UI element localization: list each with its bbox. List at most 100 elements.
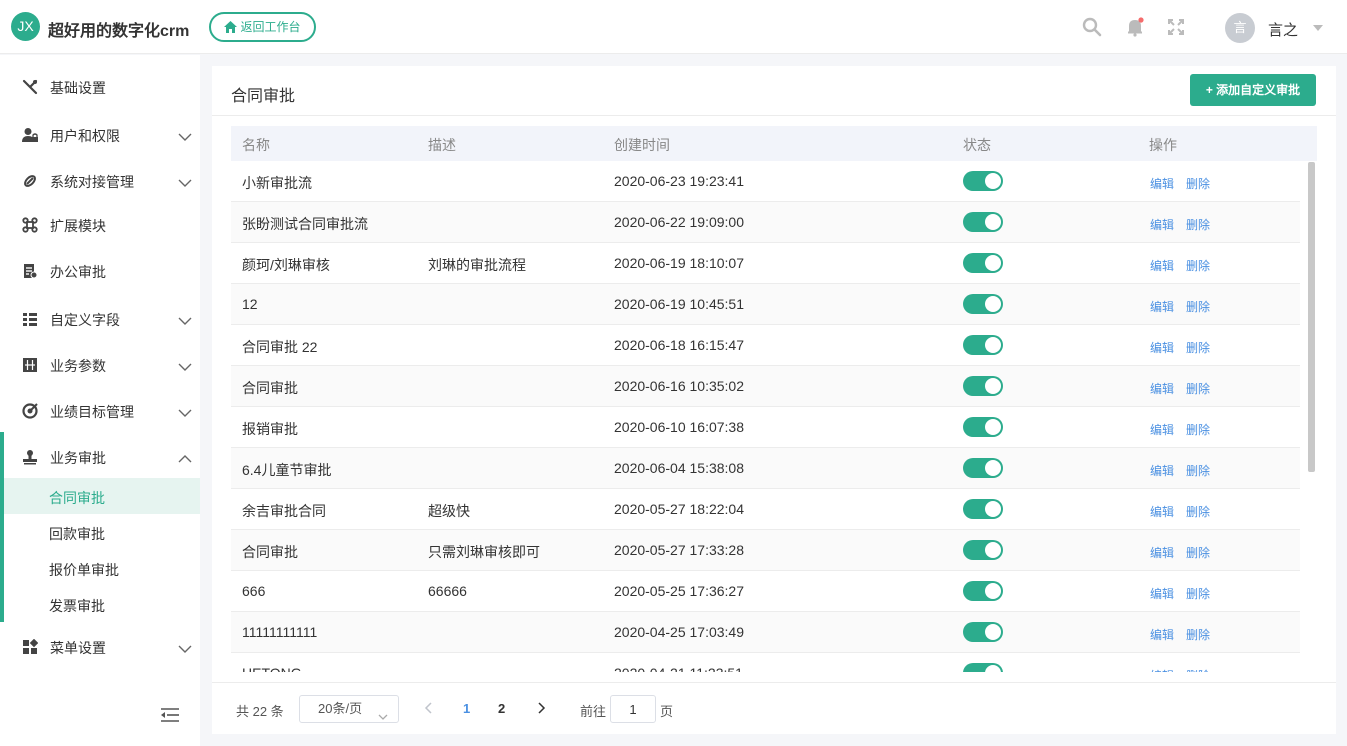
- delete-link[interactable]: 删除: [1186, 298, 1210, 315]
- cell-created-time: 2020-05-27 18:22:04: [614, 501, 744, 517]
- edit-link[interactable]: 编辑: [1150, 175, 1174, 192]
- status-toggle[interactable]: [963, 499, 1003, 519]
- sidebar-item-label: 系统对接管理: [50, 174, 134, 190]
- next-page-icon[interactable]: [535, 701, 547, 715]
- edit-link[interactable]: 编辑: [1150, 585, 1174, 602]
- cell-created-time: 2020-04-25 17:03:49: [614, 624, 744, 640]
- table-row: 6.4儿童节审批 2020-06-04 15:38:08 编辑 删除: [231, 448, 1300, 489]
- page-number-1[interactable]: 1: [463, 701, 470, 716]
- status-toggle[interactable]: [963, 376, 1003, 396]
- back-to-workbench-button[interactable]: 返回工作台: [209, 12, 316, 42]
- chevron-down-icon[interactable]: [1313, 25, 1323, 31]
- cell-name: 余吉审批合同: [242, 503, 326, 519]
- prev-page-icon[interactable]: [423, 701, 435, 715]
- bell-icon[interactable]: [1125, 17, 1145, 37]
- delete-link[interactable]: 删除: [1186, 626, 1210, 643]
- app-logo: JX: [11, 12, 40, 41]
- fullscreen-icon[interactable]: [1166, 17, 1186, 37]
- status-toggle[interactable]: [963, 171, 1003, 191]
- sidebar-item-basic-settings[interactable]: 基础设置: [0, 65, 200, 109]
- delete-link[interactable]: 删除: [1186, 175, 1210, 192]
- target-icon: [22, 403, 38, 419]
- search-icon[interactable]: [1082, 17, 1102, 37]
- status-toggle[interactable]: [963, 417, 1003, 437]
- add-custom-approval-button[interactable]: + 添加自定义审批: [1190, 74, 1316, 106]
- delete-link[interactable]: 删除: [1186, 339, 1210, 356]
- cell-created-time: 2020-06-19 10:45:51: [614, 296, 744, 312]
- delete-link[interactable]: 删除: [1186, 585, 1210, 602]
- cell-created-time: 2020-06-23 19:23:41: [614, 173, 744, 189]
- status-toggle[interactable]: [963, 335, 1003, 355]
- page-number-2[interactable]: 2: [498, 701, 505, 716]
- divider: [212, 682, 1336, 683]
- goto-label: 前往: [580, 704, 607, 719]
- avatar[interactable]: 言: [1225, 13, 1255, 43]
- cell-created-time: 2020-06-19 18:10:07: [614, 255, 744, 271]
- sidebar-subitem-contract-approval[interactable]: 合同审批: [4, 478, 200, 514]
- sidebar-item-menu-settings[interactable]: 菜单设置: [0, 625, 200, 669]
- sidebar-subitem-payment-approval[interactable]: 回款审批: [4, 514, 200, 550]
- delete-link[interactable]: 删除: [1186, 380, 1210, 397]
- user-lock-icon: [22, 127, 38, 143]
- delete-link[interactable]: 删除: [1186, 421, 1210, 438]
- edit-link[interactable]: 编辑: [1150, 339, 1174, 356]
- table-scrollbar[interactable]: [1308, 162, 1315, 472]
- edit-link[interactable]: 编辑: [1150, 667, 1174, 672]
- status-toggle[interactable]: [963, 622, 1003, 642]
- list-icon: [22, 311, 38, 327]
- sidebar-item-label: 菜单设置: [50, 640, 106, 656]
- status-toggle[interactable]: [963, 212, 1003, 232]
- delete-link[interactable]: 删除: [1186, 667, 1210, 672]
- chevron-down-icon: [178, 129, 192, 141]
- edit-link[interactable]: 编辑: [1150, 626, 1174, 643]
- delete-link[interactable]: 删除: [1186, 257, 1210, 274]
- sidebar-item-business-params[interactable]: 业务参数: [0, 343, 200, 387]
- sidebar-item-system-integration[interactable]: 系统对接管理: [0, 159, 200, 203]
- sidebar-item-office-approval[interactable]: 办公审批: [0, 249, 200, 293]
- approval-table: 名称 描述 创建时间 状态 操作 小新审批流 2020-06-23 19:23:4…: [231, 126, 1317, 672]
- table-row: 合同审批 2020-06-16 10:35:02 编辑 删除: [231, 366, 1300, 407]
- edit-link[interactable]: 编辑: [1150, 380, 1174, 397]
- delete-link[interactable]: 删除: [1186, 216, 1210, 233]
- document-icon: [22, 263, 38, 279]
- sidebar-item-custom-fields[interactable]: 自定义字段: [0, 297, 200, 341]
- table-row: 张盼测试合同审批流 2020-06-22 19:09:00 编辑 删除: [231, 202, 1300, 243]
- page-size-select[interactable]: 20条/页: [299, 695, 399, 723]
- table-row: 报销审批 2020-06-10 16:07:38 编辑 删除: [231, 407, 1300, 448]
- sidebar-subitem-invoice-approval[interactable]: 发票审批: [4, 586, 200, 622]
- table-row: 合同审批 只需刘琳审核即可 2020-05-27 17:33:28 编辑 删除: [231, 530, 1300, 571]
- divider: [212, 115, 1336, 116]
- cell-created-time: 2020-04-21 11:23:51: [614, 665, 743, 672]
- delete-link[interactable]: 删除: [1186, 462, 1210, 479]
- table-row: HETONG 2020-04-21 11:23:51 编辑 删除: [231, 653, 1300, 672]
- goto-page-input[interactable]: [610, 695, 656, 723]
- sidebar-subitem-quote-approval[interactable]: 报价单审批: [4, 550, 200, 586]
- status-toggle[interactable]: [963, 581, 1003, 601]
- edit-link[interactable]: 编辑: [1150, 257, 1174, 274]
- delete-link[interactable]: 删除: [1186, 503, 1210, 520]
- edit-link[interactable]: 编辑: [1150, 462, 1174, 479]
- status-toggle[interactable]: [963, 294, 1003, 314]
- status-toggle[interactable]: [963, 253, 1003, 273]
- sidebar-subitem-label: 合同审批: [49, 490, 105, 506]
- cell-created-time: 2020-06-10 16:07:38: [614, 419, 744, 435]
- status-toggle[interactable]: [963, 458, 1003, 478]
- link-icon: [22, 173, 38, 189]
- chevron-down-icon: [178, 175, 192, 187]
- edit-link[interactable]: 编辑: [1150, 503, 1174, 520]
- sidebar-item-performance-goals[interactable]: 业绩目标管理: [0, 389, 200, 433]
- sidebar-item-extension-modules[interactable]: 扩展模块: [0, 203, 200, 247]
- chevron-down-icon: [178, 313, 192, 325]
- edit-link[interactable]: 编辑: [1150, 544, 1174, 561]
- delete-link[interactable]: 删除: [1186, 544, 1210, 561]
- sidebar-item-users-permissions[interactable]: 用户和权限: [0, 113, 200, 157]
- edit-link[interactable]: 编辑: [1150, 421, 1174, 438]
- collapse-sidebar-icon[interactable]: [160, 707, 180, 723]
- edit-link[interactable]: 编辑: [1150, 298, 1174, 315]
- status-toggle[interactable]: [963, 540, 1003, 560]
- cell-created-time: 2020-06-22 19:09:00: [614, 214, 744, 230]
- status-toggle[interactable]: [963, 663, 1003, 672]
- sidebar-item-business-approval[interactable]: 业务审批: [0, 435, 200, 479]
- edit-link[interactable]: 编辑: [1150, 216, 1174, 233]
- username[interactable]: 言之: [1268, 19, 1298, 40]
